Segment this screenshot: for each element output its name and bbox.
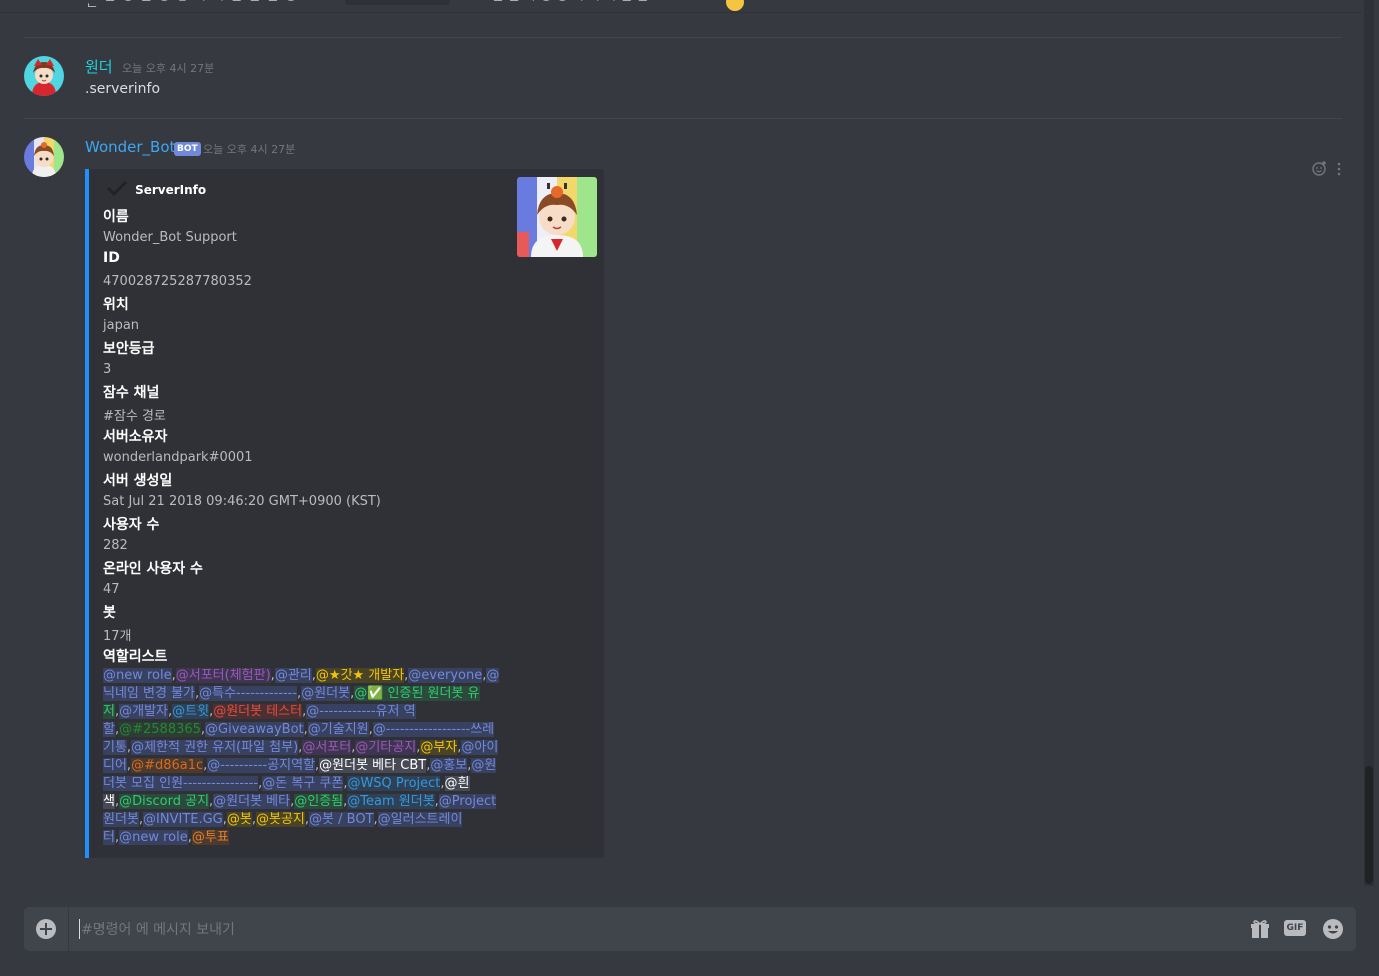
field-name: ID — [103, 250, 120, 266]
role-mention[interactable]: @#d86a1c — [131, 758, 204, 773]
field-name: 잠수 채널 — [103, 385, 160, 401]
field-name: 온라인 사용자 수 — [103, 561, 203, 577]
scrollbar-thumb[interactable] — [1365, 766, 1373, 884]
role-mention[interactable]: @#2588365 — [119, 722, 201, 737]
embed-thumbnail[interactable] — [517, 177, 597, 257]
role-mention[interactable]: @원더봇 베타 CBT — [319, 758, 427, 773]
field-value: 47 — [103, 582, 120, 597]
emoji-icon[interactable] — [1322, 918, 1344, 944]
add-reaction-icon[interactable] — [1312, 160, 1328, 180]
gift-icon[interactable] — [1250, 919, 1270, 943]
field-name: 사용자 수 — [103, 517, 160, 533]
field-value: 17개 — [103, 629, 132, 644]
role-mention[interactable]: @★갓★ 개발자 — [315, 668, 405, 683]
role-mention[interactable]: @홍보 — [430, 758, 468, 773]
role-mention[interactable]: @봇공지 — [256, 812, 305, 827]
field-value: japan — [103, 318, 140, 333]
bot-tag: BOT — [174, 142, 201, 156]
more-options-icon[interactable] — [1336, 161, 1342, 180]
field-value: 282 — [103, 538, 128, 553]
role-mention[interactable]: @서포터(체험판) — [175, 668, 271, 683]
role-mention[interactable]: @트윗 — [172, 704, 210, 719]
field-name: 서버 생성일 — [103, 473, 173, 489]
field-value: wonderlandpark#0001 — [103, 450, 253, 465]
embed-author-name: ServerInfo — [135, 182, 207, 197]
field-name: 이름 — [103, 209, 129, 225]
role-mention[interactable]: @서포터 — [302, 740, 352, 755]
role-mention[interactable]: @----------공지역할 — [207, 758, 316, 773]
field-value: 3 — [103, 362, 112, 377]
field-value: Wonder_Bot Support — [103, 230, 237, 245]
previous-message-mention — [345, 0, 450, 5]
message-content: .serverinfo — [85, 81, 161, 97]
previous-message-text-2: ᄃ ᄅ ᄀ ᄋ ᄋ ᄀ ᄀ ᄀ ᄃ ᄃ — [492, 0, 649, 10]
emoji-reaction-icon — [726, 0, 744, 11]
role-separator: , — [440, 776, 445, 791]
message-divider — [24, 118, 1342, 119]
server-info-embed: ServerInfo 이름 Wonder_Bot Support ID 4700… — [85, 169, 604, 858]
role-mention[interactable]: @특수------------- — [199, 686, 298, 701]
role-mention[interactable]: @INVITE.GG — [143, 812, 223, 827]
plus-icon[interactable] — [36, 919, 56, 939]
role-mention[interactable]: @기술지원 — [307, 722, 369, 737]
bot-username[interactable]: Wonder_Bot — [85, 138, 175, 156]
previous-message-text: ᆫ ᄃ ᄋ ᄅ ᄋ ᄒ ᄀ ᄀ ᄃ ᄃ ᄅ ᄋ — [86, 0, 298, 10]
previous-message-fragment: ᆫ ᄃ ᄋ ᄅ ᄋ ᄒ ᄀ ᄀ ᄃ ᄃ ᄅ ᄋ ᄃ ᄅ ᄀ ᄋ ᄋ ᄀ ᄀ ᄀ … — [0, 0, 1362, 13]
field-name: 봇 — [103, 605, 116, 621]
message-input[interactable]: #명령어 에 메시지 보내기 — [79, 919, 235, 939]
role-mention[interactable]: @기타공지 — [355, 740, 417, 755]
message-timestamp: 오늘 오후 4시 27분 — [203, 143, 296, 156]
message-username[interactable]: 원더 — [85, 56, 113, 77]
role-mention[interactable]: @new role — [119, 830, 188, 845]
role-mention[interactable]: @원더봇 베타 — [213, 794, 291, 809]
field-value: 470028725287780352 — [103, 274, 252, 289]
field-name: 위치 — [103, 297, 129, 313]
role-mention[interactable]: @GiveawayBot — [205, 722, 304, 737]
role-mention[interactable]: @관리 — [274, 668, 312, 683]
role-mention[interactable]: @원더봇 테스터 — [213, 704, 303, 719]
role-mention[interactable]: @everyone — [408, 668, 483, 683]
input-separator — [68, 907, 69, 951]
role-mention[interactable]: @Team 원더봇 — [347, 794, 435, 809]
role-mention[interactable]: @봇 / BOT — [309, 812, 374, 827]
message-divider — [24, 37, 1342, 38]
message-input-bar: #명령어 에 메시지 보내기 GIF — [24, 907, 1356, 951]
field-name: 역할리스트 — [103, 649, 168, 665]
role-list: @new role,@서포터(체험판),@관리,@★갓★ 개발자,@everyo… — [103, 667, 503, 847]
field-value: #잠수 경로 — [103, 409, 166, 424]
check-icon — [106, 180, 128, 199]
role-mention[interactable]: @new role — [103, 668, 172, 683]
role-mention[interactable]: @원더봇 — [301, 686, 351, 701]
role-mention[interactable]: @개발자 — [119, 704, 168, 719]
role-mention[interactable]: @봇 — [226, 812, 252, 827]
role-mention[interactable]: @돈 복구 쿠폰 — [262, 776, 344, 791]
role-mention[interactable]: @제한적 권한 유저(파일 첨부) — [131, 740, 299, 755]
embed-author: ServerInfo — [104, 179, 206, 197]
field-name: 서버소유자 — [103, 429, 168, 445]
scrollbar-track[interactable] — [1364, 0, 1374, 886]
field-value: Sat Jul 21 2018 09:46:20 GMT+0900 (KST) — [103, 494, 381, 509]
field-name: 보안등급 — [103, 341, 155, 357]
role-mention[interactable]: @인증됨 — [294, 794, 344, 809]
role-mention[interactable]: @Discord 공지 — [119, 794, 210, 809]
role-mention[interactable]: @WSQ Project — [347, 776, 441, 791]
role-mention[interactable]: @투표 — [191, 830, 229, 845]
role-mention[interactable]: @부자 — [420, 740, 458, 755]
gif-icon[interactable]: GIF — [1284, 920, 1306, 936]
avatar[interactable] — [24, 137, 64, 177]
message-timestamp: 오늘 오후 4시 27분 — [122, 62, 215, 75]
avatar[interactable] — [24, 56, 64, 96]
